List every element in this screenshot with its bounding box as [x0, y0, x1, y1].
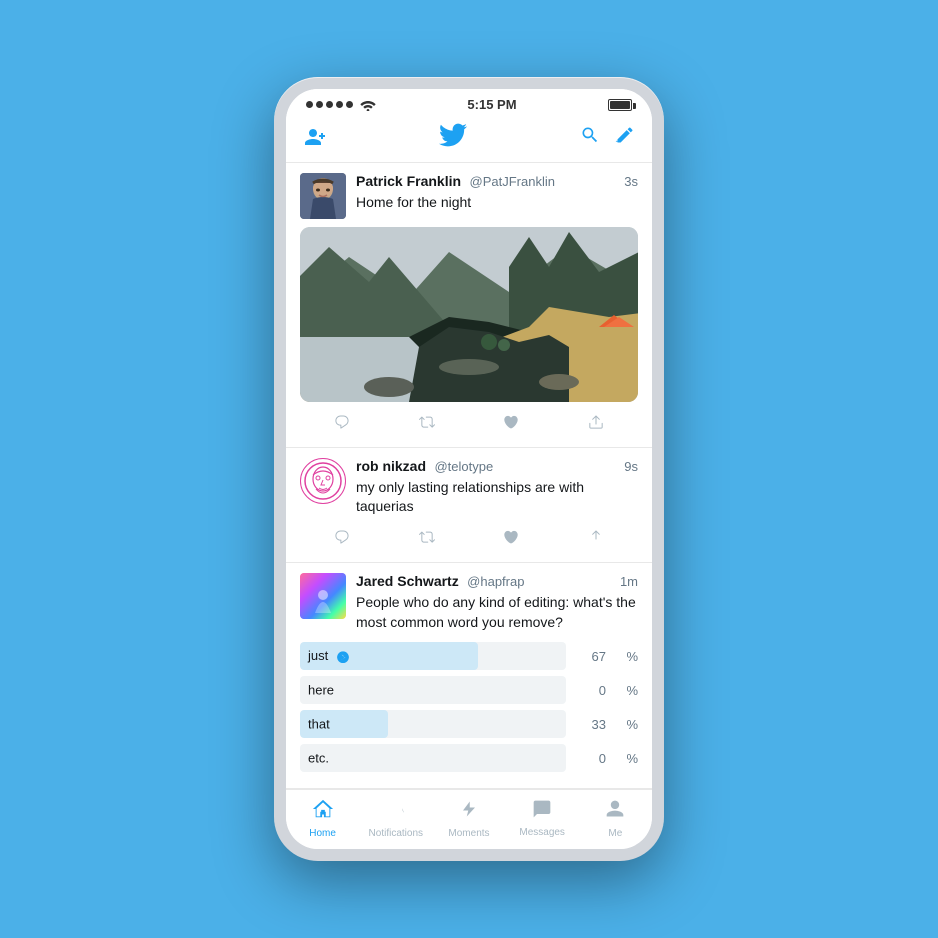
nav-right-icons: [580, 125, 636, 151]
battery-fill: [610, 101, 630, 109]
tweet-1: Patrick Franklin @PatJFranklin 3s Home f…: [286, 163, 652, 448]
tweet-3: Jared Schwartz @hapfrap 1m People who do…: [286, 563, 652, 789]
tab-moments[interactable]: Moments: [439, 798, 499, 839]
poll-option-3-label: that: [308, 717, 330, 732]
home-icon: [312, 798, 334, 826]
tweet-2-text: my only lasting relationships are with t…: [356, 478, 638, 517]
tweet-3-header: Jared Schwartz @hapfrap 1m People who do…: [300, 573, 638, 632]
tweet-2-name-row: rob nikzad @telotype 9s: [356, 458, 638, 476]
me-icon: [605, 798, 625, 826]
tweet-1-image[interactable]: [300, 227, 638, 402]
poll-percent-4: 0: [574, 751, 606, 766]
tweet-1-avatar[interactable]: [300, 173, 346, 219]
moments-icon: [460, 798, 478, 826]
tweet-2: rob nikzad @telotype 9s my only lasting …: [286, 448, 652, 563]
tweet-2-meta: rob nikzad @telotype 9s my only lasting …: [356, 458, 638, 517]
poll-option-1[interactable]: just 67%: [300, 642, 638, 670]
tab-messages[interactable]: Messages: [512, 799, 572, 838]
tweet-1-retweet-button[interactable]: [409, 412, 445, 437]
messages-icon: [531, 799, 553, 825]
poll-percent-3: 33: [574, 717, 606, 732]
tweet-1-reply-button[interactable]: [324, 412, 360, 437]
twitter-logo: [439, 123, 467, 154]
tweet-1-name-row: Patrick Franklin @PatJFranklin 3s: [356, 173, 638, 191]
tweet-3-poll: just 67%: [300, 642, 638, 772]
phone-screen: 5:15 PM: [286, 89, 652, 849]
tweet-2-message-button[interactable]: [578, 527, 614, 552]
tweet-1-text: Home for the night: [356, 193, 638, 213]
tweet-1-name: Patrick Franklin @PatJFranklin: [356, 173, 555, 191]
poll-option-3-bar: that: [300, 710, 566, 738]
tweet-2-retweet-button[interactable]: [409, 527, 445, 552]
poll-option-2-bar: here: [300, 676, 566, 704]
battery-area: [608, 99, 632, 111]
tab-home-label: Home: [309, 828, 336, 839]
signal-dot-4: [336, 101, 343, 108]
tweet-1-time: 3s: [624, 174, 638, 189]
search-button[interactable]: [580, 125, 600, 151]
tweet-2-time: 9s: [624, 459, 638, 474]
tab-bar: Home Notifications Moments: [286, 789, 652, 849]
wifi-icon: [360, 99, 376, 111]
tweet-1-message-button[interactable]: [578, 412, 614, 437]
battery-icon: [608, 99, 632, 111]
tab-moments-label: Moments: [448, 828, 489, 839]
tweet-1-like-button[interactable]: [493, 412, 529, 437]
tab-home[interactable]: Home: [293, 798, 353, 839]
tweet-3-meta: Jared Schwartz @hapfrap 1m People who do…: [356, 573, 638, 632]
tab-messages-label: Messages: [519, 827, 565, 838]
status-time: 5:15 PM: [467, 97, 516, 112]
tweet-3-time: 1m: [620, 574, 638, 589]
poll-option-2-label: here: [308, 683, 334, 698]
tweet-1-actions: [300, 406, 638, 437]
tweet-3-text: People who do any kind of editing: what'…: [356, 593, 638, 632]
tweet-3-avatar[interactable]: [300, 573, 346, 619]
poll-option-4[interactable]: etc. 0%: [300, 744, 638, 772]
tweet-list: Patrick Franklin @PatJFranklin 3s Home f…: [286, 163, 652, 789]
poll-option-1-bar: just: [300, 642, 566, 670]
poll-option-4-bar: etc.: [300, 744, 566, 772]
tweet-2-name: rob nikzad @telotype: [356, 458, 493, 476]
tweet-1-meta: Patrick Franklin @PatJFranklin 3s Home f…: [356, 173, 638, 213]
add-user-button[interactable]: [302, 125, 326, 151]
tweet-2-actions: [300, 521, 638, 552]
poll-option-4-label: etc.: [308, 751, 329, 766]
tweet-2-header: rob nikzad @telotype 9s my only lasting …: [300, 458, 638, 517]
poll-option-1-label: just: [308, 648, 350, 664]
poll-option-3[interactable]: that 33%: [300, 710, 638, 738]
compose-button[interactable]: [614, 125, 636, 151]
notifications-icon: [386, 798, 406, 826]
signal-dot-2: [316, 101, 323, 108]
phone-frame: 5:15 PM: [274, 77, 664, 861]
poll-option-2[interactable]: here 0%: [300, 676, 638, 704]
tweet-2-avatar[interactable]: [300, 458, 346, 504]
top-nav: [286, 117, 652, 163]
signal-dot-5: [346, 101, 353, 108]
tweet-2-reply-button[interactable]: [324, 527, 360, 552]
tweet-2-like-button[interactable]: [493, 527, 529, 552]
poll-percent-1: 67: [574, 649, 606, 664]
tweet-3-name: Jared Schwartz @hapfrap: [356, 573, 524, 591]
tab-me-label: Me: [608, 828, 622, 839]
signal-dot-1: [306, 101, 313, 108]
tab-notifications-label: Notifications: [369, 828, 423, 839]
landscape-photo: [300, 227, 638, 402]
tweet-3-name-row: Jared Schwartz @hapfrap 1m: [356, 573, 638, 591]
status-bar: 5:15 PM: [286, 89, 652, 117]
signal-area: [306, 99, 376, 111]
tab-me[interactable]: Me: [585, 798, 645, 839]
signal-dot-3: [326, 101, 333, 108]
tweet-1-header: Patrick Franklin @PatJFranklin 3s Home f…: [300, 173, 638, 219]
poll-percent-2: 0: [574, 683, 606, 698]
tab-notifications[interactable]: Notifications: [366, 798, 426, 839]
